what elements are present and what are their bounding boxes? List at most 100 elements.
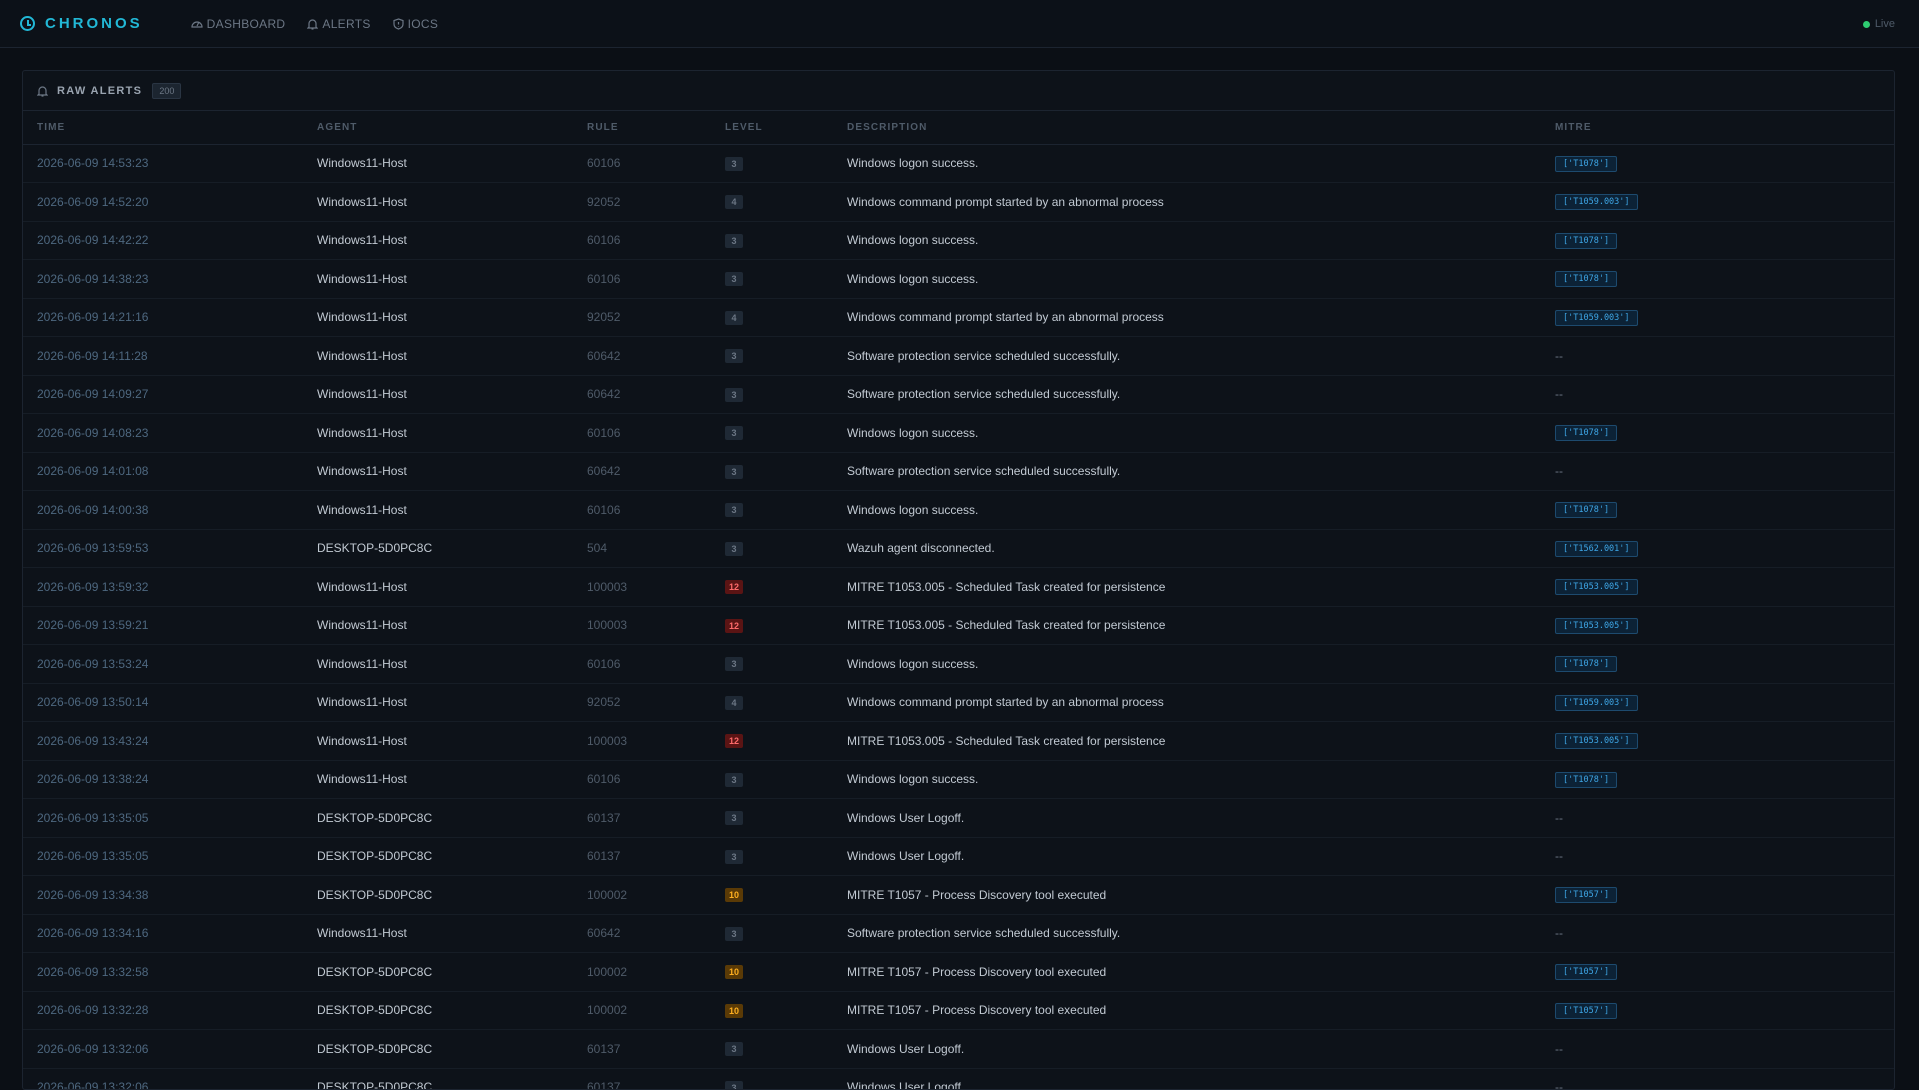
shield-icon	[393, 17, 404, 30]
cell-level: 3	[711, 760, 833, 799]
table-row[interactable]: 2026-06-09 14:52:20 Windows11-Host 92052 4 W…	[23, 183, 1894, 222]
table-row[interactable]: 2026-06-09 13:59:53 DESKTOP-5D0PC8C 504 3 Wa…	[23, 529, 1894, 568]
cell-mitre: ['T1059.003']	[1541, 298, 1894, 337]
mitre-tag[interactable]: ['T1562.001']	[1555, 540, 1638, 557]
cell-description: Windows logon success.	[847, 502, 979, 517]
cell-description: MITRE T1053.005 - Scheduled Task created…	[847, 733, 1166, 748]
mitre-tag[interactable]: ['T1078']	[1555, 771, 1618, 788]
brand[interactable]: CHRONOS	[20, 15, 143, 32]
column-header-level[interactable]: LEVEL	[711, 111, 833, 144]
table-row[interactable]: 2026-06-09 13:32:06 DESKTOP-5D0PC8C 60137 3…	[23, 1030, 1894, 1068]
top-bar: CHRONOS DASHBOARD ALERTS IOCS Live	[0, 0, 1919, 48]
level-badge: 4	[725, 310, 743, 325]
cell-description: Windows logon success.	[847, 656, 979, 671]
table-row[interactable]: 2026-06-09 13:34:38 DESKTOP-5D0PC8C 100002…	[23, 876, 1894, 914]
table-row[interactable]: 2026-06-09 13:35:05 DESKTOP-5D0PC8C 60137 3…	[23, 799, 1894, 837]
mitre-tag[interactable]: ['T1078']	[1555, 271, 1618, 288]
column-header-mitre[interactable]: MITRE	[1541, 111, 1894, 144]
table-row[interactable]: 2026-06-09 13:59:21 Windows11-Host 100003 1…	[23, 606, 1894, 645]
mitre-tag[interactable]: ['T1057']	[1555, 1002, 1618, 1019]
table-row[interactable]: 2026-06-09 13:38:24 Windows11-Host 60106 3 W…	[23, 760, 1894, 799]
cell-time: 2026-06-09 14:42:22	[37, 233, 149, 248]
table-row[interactable]: 2026-06-09 13:32:28 DESKTOP-5D0PC8C 100002…	[23, 991, 1894, 1030]
level-badge: 10	[725, 888, 744, 903]
table-row[interactable]: 2026-06-09 13:32:06 DESKTOP-5D0PC8C 60137 3…	[23, 1068, 1894, 1089]
cell-description: MITRE T1053.005 - Scheduled Task created…	[847, 618, 1166, 633]
level-badge: 12	[725, 618, 744, 633]
mitre-empty: --	[1555, 849, 1563, 864]
mitre-tag[interactable]: ['T1078']	[1555, 425, 1618, 442]
mitre-tag[interactable]: ['T1078']	[1555, 232, 1618, 249]
table-header-row: TIME AGENT RULE LEVEL DESCRIPTION MITRE	[23, 111, 1894, 144]
cell-time: 2026-06-09 13:59:32	[37, 579, 149, 594]
cell-agent: DESKTOP-5D0PC8C	[317, 541, 433, 556]
table-row[interactable]: 2026-06-09 13:35:05 DESKTOP-5D0PC8C 60137 3…	[23, 837, 1894, 876]
cell-agent: Windows11-Host	[317, 656, 407, 671]
cell-agent: Windows11-Host	[317, 618, 407, 633]
mitre-tag[interactable]: ['T1059.003']	[1555, 194, 1638, 211]
mitre-tag[interactable]: ['T1059.003']	[1555, 309, 1638, 326]
table-row[interactable]: 2026-06-09 14:09:27 Windows11-Host 60642 3 S…	[23, 375, 1894, 414]
mitre-tag[interactable]: ['T1053.005']	[1555, 733, 1638, 750]
nav-iocs[interactable]: IOCS	[393, 17, 439, 31]
column-header-rule[interactable]: RULE	[573, 111, 711, 144]
level-badge: 3	[725, 772, 743, 787]
cell-time: 2026-06-09 13:34:16	[37, 926, 149, 941]
cell-description: Wazuh agent disconnected.	[847, 541, 995, 556]
cell-description: Windows logon success.	[847, 772, 979, 787]
table-row[interactable]: 2026-06-09 14:11:28 Windows11-Host 60642 3 S…	[23, 337, 1894, 375]
cell-rule: 100002	[587, 1003, 628, 1018]
bell-icon	[307, 18, 319, 30]
cell-agent: Windows11-Host	[317, 926, 407, 941]
cell-rule: 60106	[587, 233, 621, 248]
table-row[interactable]: 2026-06-09 14:53:23 Windows11-Host 60106 3 W…	[23, 144, 1894, 183]
cell-rule: 60106	[587, 156, 621, 171]
nav-alerts[interactable]: ALERTS	[307, 17, 370, 31]
column-header-time[interactable]: TIME	[23, 111, 303, 144]
mitre-tag[interactable]: ['T1078']	[1555, 502, 1618, 519]
column-header-description[interactable]: DESCRIPTION	[833, 111, 1541, 144]
table-row[interactable]: 2026-06-09 14:21:16 Windows11-Host 92052 4 W…	[23, 298, 1894, 337]
table-row[interactable]: 2026-06-09 14:42:22 Windows11-Host 60106 3 W…	[23, 221, 1894, 260]
mitre-tag[interactable]: ['T1078']	[1555, 656, 1618, 673]
cell-mitre: ['T1053.005']	[1541, 568, 1894, 607]
cell-mitre: ['T1057']	[1541, 953, 1894, 992]
table-row[interactable]: 2026-06-09 13:53:24 Windows11-Host 60106 3 W…	[23, 645, 1894, 684]
cell-mitre: ['T1078']	[1541, 144, 1894, 183]
table-row[interactable]: 2026-06-09 13:43:24 Windows11-Host 100003 1…	[23, 722, 1894, 761]
cell-time: 2026-06-09 13:53:24	[37, 656, 149, 671]
table-row[interactable]: 2026-06-09 13:32:58 DESKTOP-5D0PC8C 100002…	[23, 953, 1894, 992]
level-badge: 3	[725, 926, 743, 941]
cell-level: 4	[711, 183, 833, 222]
mitre-empty: --	[1555, 810, 1563, 825]
cell-mitre: ['T1562.001']	[1541, 529, 1894, 568]
cell-rule: 60137	[587, 810, 621, 825]
live-label: Live	[1874, 18, 1895, 30]
level-badge: 3	[725, 503, 743, 518]
cell-mitre: ['T1053.005']	[1541, 722, 1894, 761]
table-row[interactable]: 2026-06-09 14:38:23 Windows11-Host 60106 3 W…	[23, 260, 1894, 298]
table-row[interactable]: 2026-06-09 13:34:16 Windows11-Host 60642 3 S…	[23, 914, 1894, 953]
column-header-agent[interactable]: AGENT	[303, 111, 573, 144]
cell-time: 2026-06-09 13:59:21	[37, 618, 149, 633]
gauge-icon	[191, 18, 203, 29]
nav-alerts-label: ALERTS	[322, 16, 371, 31]
cell-agent: Windows11-Host	[317, 348, 407, 363]
mitre-tag[interactable]: ['T1057']	[1555, 964, 1618, 981]
cell-description: Windows logon success.	[847, 271, 979, 286]
table-row[interactable]: 2026-06-09 14:01:08 Windows11-Host 60642 3 S…	[23, 452, 1894, 491]
table-row[interactable]: 2026-06-09 13:59:32 Windows11-Host 100003 1…	[23, 568, 1894, 607]
mitre-tag[interactable]: ['T1078']	[1555, 155, 1618, 172]
table-row[interactable]: 2026-06-09 13:50:14 Windows11-Host 92052 4 W…	[23, 683, 1894, 722]
level-badge: 3	[725, 1080, 743, 1089]
cell-mitre: --	[1541, 914, 1894, 953]
cell-rule: 100003	[587, 618, 628, 633]
mitre-tag[interactable]: ['T1053.005']	[1555, 617, 1638, 634]
mitre-tag[interactable]: ['T1059.003']	[1555, 694, 1638, 711]
cell-level: 3	[711, 645, 833, 684]
table-row[interactable]: 2026-06-09 14:08:23 Windows11-Host 60106 3 W…	[23, 414, 1894, 452]
nav-dashboard[interactable]: DASHBOARD	[191, 17, 286, 31]
mitre-tag[interactable]: ['T1057']	[1555, 887, 1618, 904]
mitre-tag[interactable]: ['T1053.005']	[1555, 579, 1638, 596]
table-row[interactable]: 2026-06-09 14:00:38 Windows11-Host 60106 3 W…	[23, 491, 1894, 529]
